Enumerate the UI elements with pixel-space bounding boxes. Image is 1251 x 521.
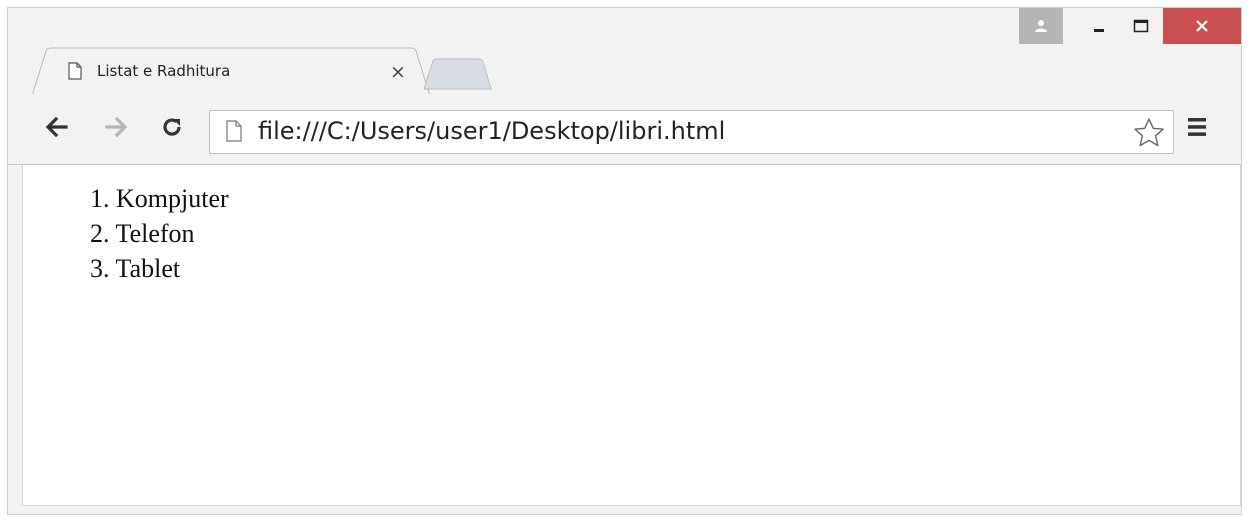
address-bar[interactable]: file:///C:/Users/user1/Desktop/libri.htm… bbox=[209, 110, 1174, 154]
list-item-number: 1. bbox=[90, 184, 110, 213]
tab-close-icon[interactable]: × bbox=[390, 61, 406, 83]
browser-toolbar: file:///C:/Users/user1/Desktop/libri.htm… bbox=[8, 94, 1241, 165]
url-text[interactable]: file:///C:/Users/user1/Desktop/libri.htm… bbox=[258, 117, 725, 145]
tab-active[interactable]: Listat e Radhitura × bbox=[32, 47, 430, 97]
browser-window: Listat e Radhitura × file:///C:/Users/us… bbox=[7, 7, 1242, 515]
list-item-number: 2. bbox=[90, 219, 110, 248]
tab-shape bbox=[32, 47, 430, 97]
page-icon bbox=[68, 62, 82, 80]
reload-button[interactable] bbox=[157, 112, 187, 142]
close-window-button[interactable] bbox=[1163, 8, 1241, 44]
ordered-list: 1. Kompjuter 2. Telefon 3. Tablet bbox=[90, 181, 229, 286]
hamburger-menu-icon[interactable] bbox=[1186, 116, 1208, 138]
forward-arrow-icon bbox=[105, 116, 128, 138]
list-item-text: Tablet bbox=[115, 254, 181, 283]
user-profile-button[interactable] bbox=[1019, 8, 1063, 44]
maximize-button[interactable] bbox=[1119, 8, 1163, 44]
list-item: 1. Kompjuter bbox=[90, 181, 229, 216]
page-icon bbox=[226, 120, 242, 142]
close-icon bbox=[1196, 20, 1208, 32]
back-arrow-icon bbox=[45, 116, 68, 138]
window-controls bbox=[1019, 8, 1241, 48]
list-item: 3. Tablet bbox=[90, 251, 229, 286]
list-item-number: 3. bbox=[90, 254, 110, 283]
minimize-icon bbox=[1094, 29, 1104, 32]
minimize-button[interactable] bbox=[1079, 8, 1119, 44]
list-item-text: Telefon bbox=[115, 219, 195, 248]
back-button[interactable] bbox=[42, 112, 72, 142]
forward-button[interactable] bbox=[101, 112, 131, 142]
new-tab-button[interactable] bbox=[424, 58, 492, 90]
tab-title: Listat e Radhitura bbox=[97, 62, 231, 80]
list-item: 2. Telefon bbox=[90, 216, 229, 251]
reload-icon bbox=[163, 118, 181, 136]
bookmark-star-icon[interactable] bbox=[1133, 117, 1165, 149]
user-icon bbox=[1035, 20, 1047, 32]
list-item-text: Kompjuter bbox=[116, 184, 229, 213]
maximize-icon bbox=[1133, 19, 1149, 33]
page-content: 1. Kompjuter 2. Telefon 3. Tablet bbox=[22, 165, 1241, 506]
